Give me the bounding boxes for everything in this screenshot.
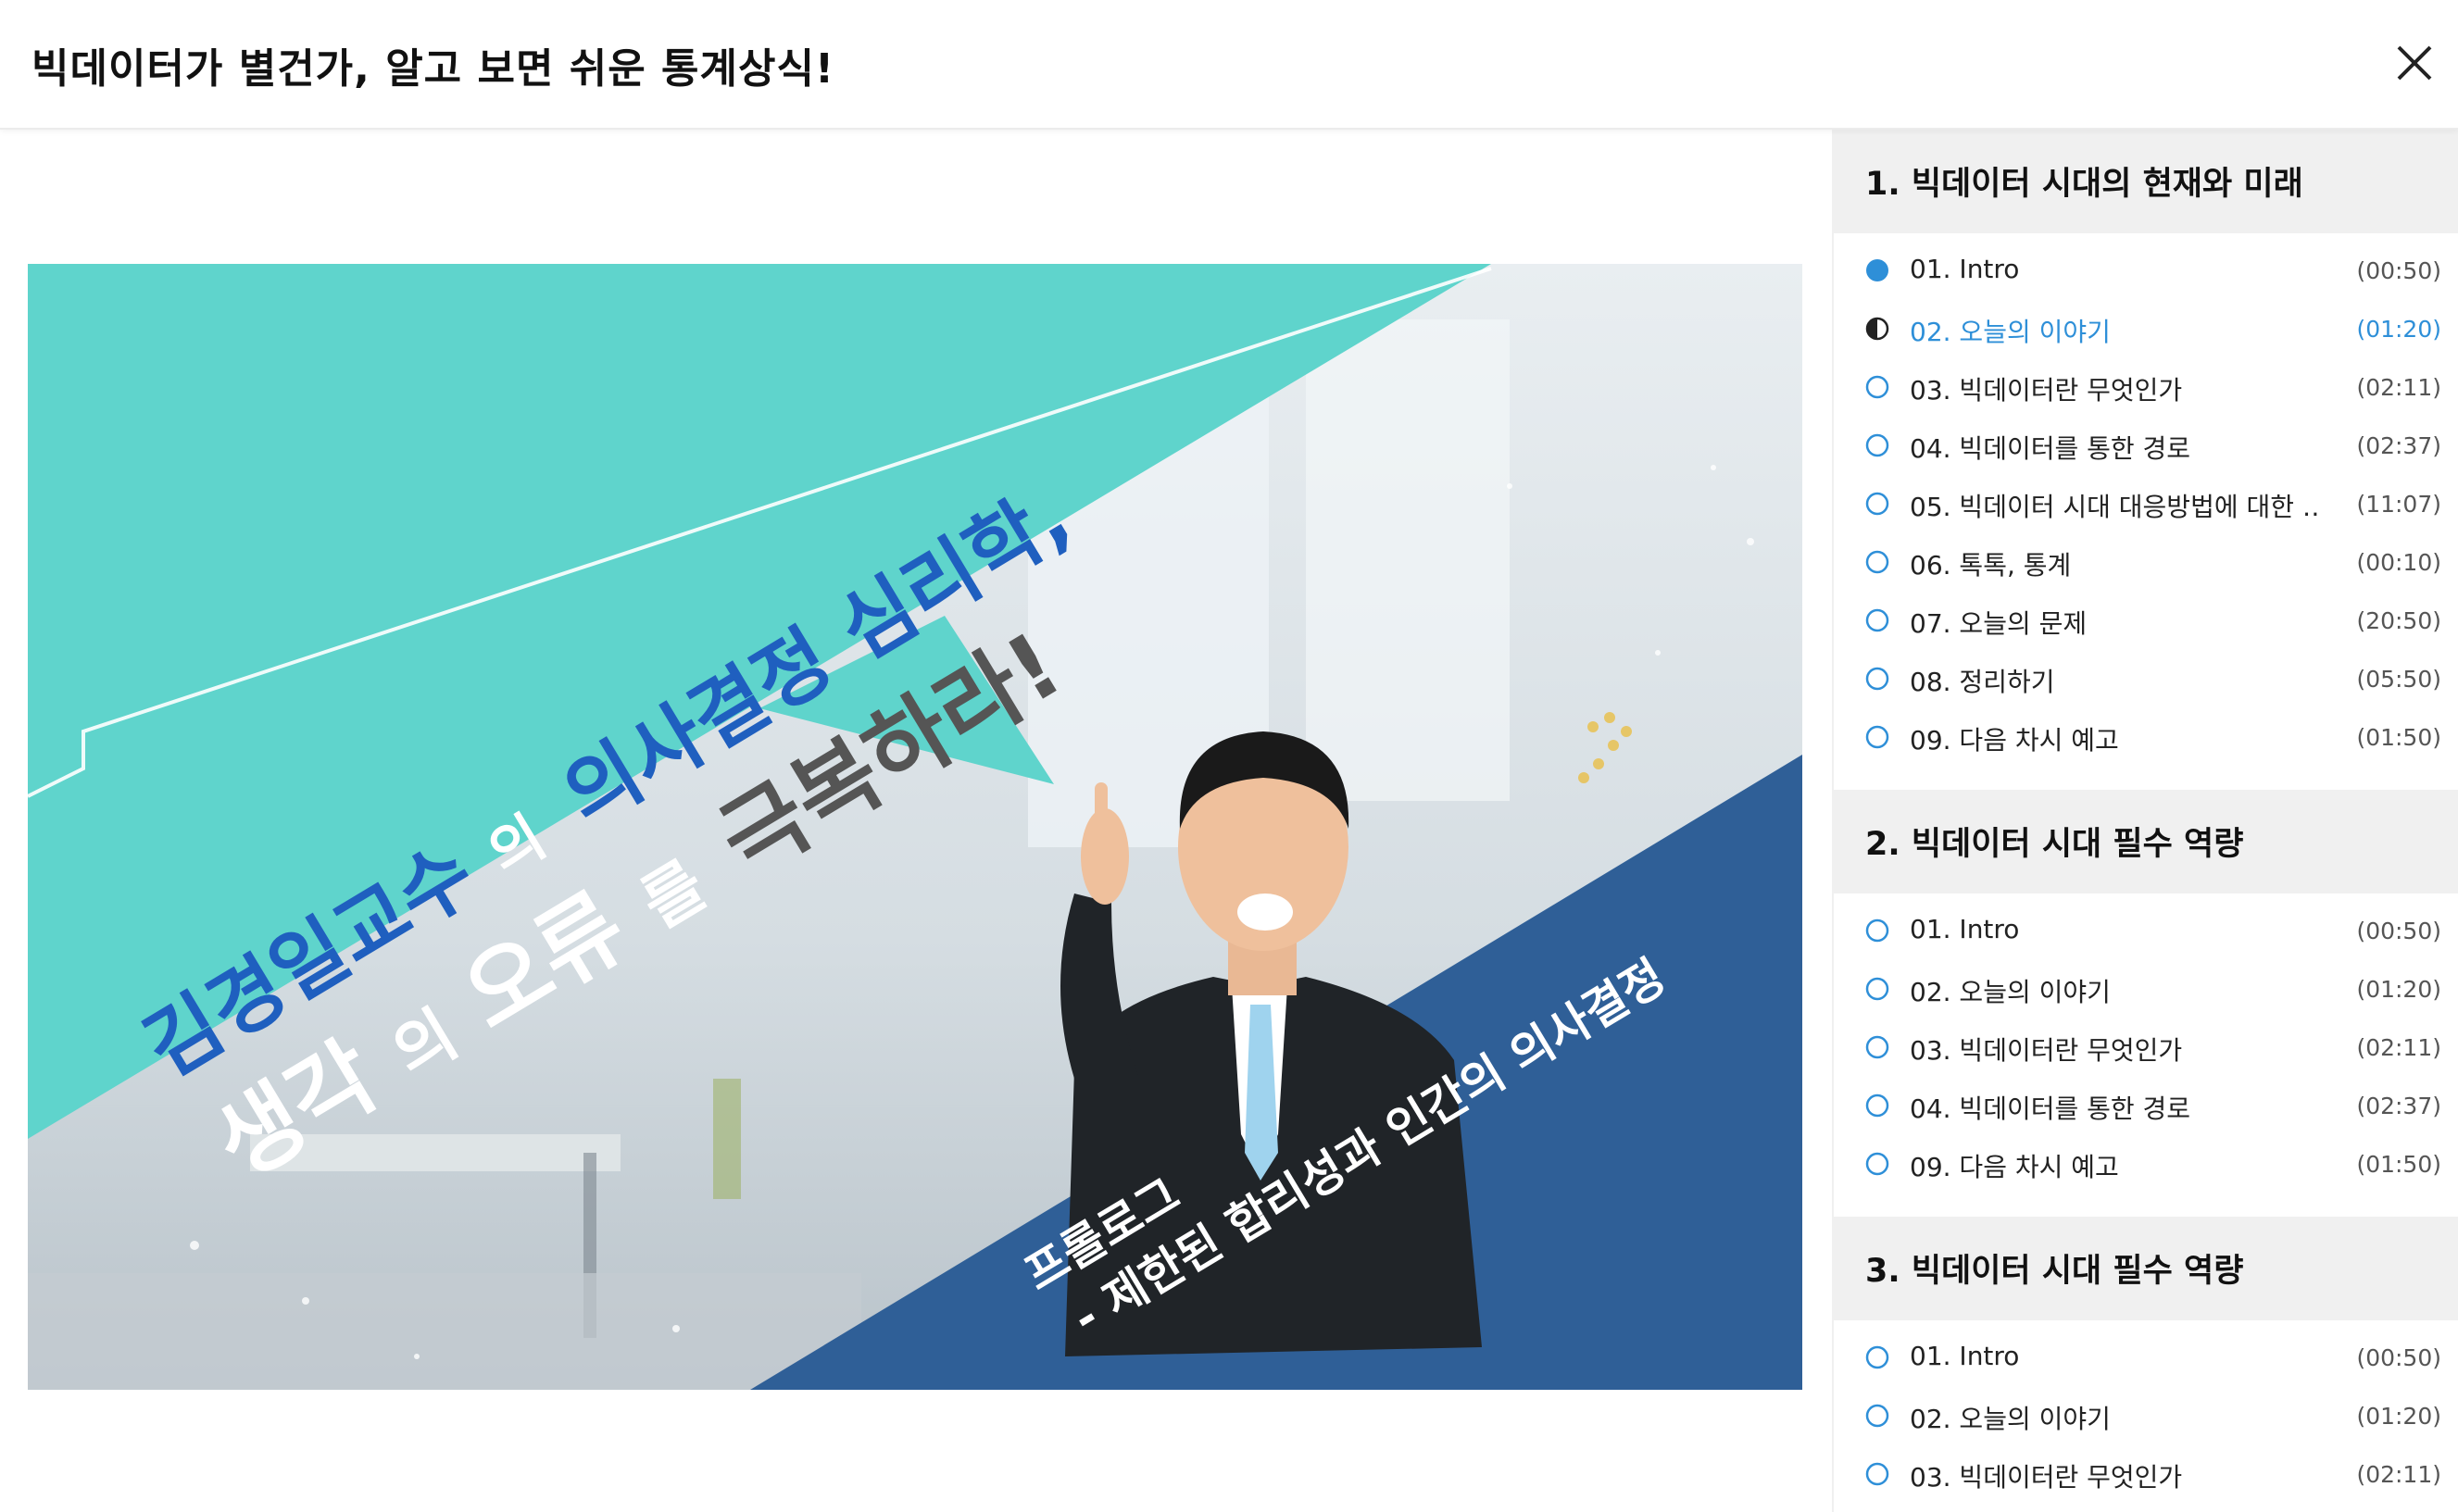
- lesson-duration: (01:50): [2356, 1151, 2441, 1178]
- modal-header: 빅데이터가 별건가, 알고 보면 쉬운 통계상식!: [0, 0, 2458, 130]
- empty-circle-icon: [1865, 1404, 1889, 1428]
- lesson-item[interactable]: 06. 톡톡, 통계 (00:10): [1834, 536, 2458, 594]
- lesson-list: 01. Intro (00:50) 02. 오늘의 이야기 (01:20) 03. 빅데…: [1834, 893, 2458, 1217]
- empty-circle-icon: [1865, 1093, 1889, 1118]
- lesson-duration: (00:50): [2356, 918, 2441, 944]
- empty-circle-icon: [1865, 918, 1889, 943]
- empty-circle-icon: [1865, 550, 1889, 574]
- lesson-duration: (01:50): [2356, 724, 2441, 751]
- lesson-title: 02. 오늘의 이야기: [1910, 317, 2111, 347]
- lesson-item[interactable]: 03. 빅데이터란 무엇인가 (02:11): [1834, 1021, 2458, 1080]
- lesson-title: 03. 빅데이터란 무엇인가: [1910, 1035, 2183, 1066]
- empty-circle-icon: [1865, 608, 1889, 632]
- lesson-item[interactable]: 07. 오늘의 문제 (20:50): [1834, 594, 2458, 653]
- curriculum-sidebar[interactable]: 1. 빅데이터 시대의 현재와 미래 01. Intro (00:50) 02. 오늘…: [1832, 130, 2458, 1512]
- lesson-title: 03. 빅데이터란 무엇인가: [1910, 375, 2183, 406]
- lesson-item[interactable]: 09. 다음 차시 예고 (01:50): [1834, 711, 2458, 769]
- lesson-duration: (02:11): [2356, 1034, 2441, 1061]
- lesson-duration: (00:50): [2356, 257, 2441, 284]
- lesson-item[interactable]: 03. 빅데이터란 무엇인가 (02:11): [1834, 1448, 2458, 1506]
- section-header[interactable]: 2. 빅데이터 시대 필수 역량: [1832, 790, 2458, 893]
- lesson-item[interactable]: 03. 빅데이터란 무엇인가 (02:11): [1834, 361, 2458, 419]
- lesson-list: 01. Intro (00:50) 02. 오늘의 이야기 (01:20) 03. 빅데…: [1834, 1320, 2458, 1512]
- lesson-item[interactable]: 02. 오늘의 이야기 (01:20): [1834, 963, 2458, 1021]
- lesson-item[interactable]: 05. 빅데이터 시대 대응방법에 대한 … (11:07): [1834, 478, 2458, 536]
- lesson-duration: (02:11): [2356, 374, 2441, 401]
- lesson-duration: (02:11): [2356, 1461, 2441, 1488]
- lesson-title: 09. 다음 차시 예고: [1910, 1152, 2119, 1182]
- lesson-item[interactable]: 02. 오늘의 이야기 (01:20): [1834, 1390, 2458, 1448]
- lesson-title: 01. Intro: [1910, 254, 2020, 284]
- empty-circle-icon: [1865, 1462, 1889, 1486]
- in-progress-half-circle-icon: [1865, 317, 1889, 341]
- lesson-title: 01. Intro: [1910, 1341, 2020, 1371]
- empty-circle-icon: [1865, 977, 1889, 1001]
- lesson-title: 06. 톡톡, 통계: [1910, 550, 2072, 581]
- lesson-title: 05. 빅데이터 시대 대응방법에 대한 …: [1910, 492, 2317, 522]
- lesson-duration: (20:50): [2356, 607, 2441, 634]
- lesson-duration: (02:37): [2356, 1093, 2441, 1119]
- lesson-duration: (02:37): [2356, 432, 2441, 459]
- close-icon[interactable]: [2394, 43, 2435, 83]
- lesson-list: 01. Intro (00:50) 02. 오늘의 이야기 (01:20) 03. 빅데…: [1834, 233, 2458, 790]
- empty-circle-icon: [1865, 725, 1889, 749]
- lesson-title: 04. 빅데이터를 통한 경로: [1910, 433, 2191, 464]
- lesson-title: 07. 오늘의 문제: [1910, 608, 2088, 639]
- lesson-item[interactable]: 08. 정리하기 (05:50): [1834, 653, 2458, 711]
- lesson-title: 02. 오늘의 이야기: [1910, 1404, 2111, 1434]
- video-player[interactable]: 김경일교수 의 의사결정 심리학, 생각 의 오류 를 극복하라! 프롤로그 -…: [28, 264, 1802, 1390]
- lesson-item[interactable]: 01. Intro (00:50): [1834, 244, 2458, 303]
- lesson-duration: (01:20): [2356, 1403, 2441, 1430]
- empty-circle-icon: [1865, 1345, 1889, 1369]
- lesson-title: 03. 빅데이터란 무엇인가: [1910, 1462, 2183, 1493]
- section-title: 2. 빅데이터 시대 필수 역량: [1865, 826, 2244, 863]
- lesson-title: 09. 다음 차시 예고: [1910, 725, 2119, 756]
- section-title: 3. 빅데이터 시대 필수 역량: [1865, 1253, 2244, 1290]
- empty-circle-icon: [1865, 1035, 1889, 1059]
- lesson-item[interactable]: 01. Intro (00:50): [1834, 905, 2458, 963]
- empty-circle-icon: [1865, 375, 1889, 399]
- lesson-title: 08. 정리하기: [1910, 667, 2055, 697]
- lesson-duration: (00:50): [2356, 1344, 2441, 1371]
- page-title: 빅데이터가 별건가, 알고 보면 쉬운 통계상식!: [31, 45, 835, 93]
- section-header[interactable]: 1. 빅데이터 시대의 현재와 미래: [1832, 130, 2458, 233]
- lesson-item[interactable]: 01. Intro (00:50): [1834, 1331, 2458, 1390]
- lesson-item[interactable]: 04. 빅데이터를 통한 경로 (02:37): [1834, 1080, 2458, 1138]
- empty-circle-icon: [1865, 433, 1889, 457]
- lesson-item[interactable]: 04. 빅데이터를 통한 경로 (02:37): [1834, 419, 2458, 478]
- lesson-title: 04. 빅데이터를 통한 경로: [1910, 1093, 2191, 1124]
- lesson-duration: (05:50): [2356, 666, 2441, 693]
- lesson-duration: (00:10): [2356, 549, 2441, 576]
- completed-circle-icon: [1866, 259, 1888, 281]
- empty-circle-icon: [1865, 492, 1889, 516]
- lesson-duration: (01:20): [2356, 976, 2441, 1003]
- empty-circle-icon: [1865, 667, 1889, 691]
- lesson-title: 02. 오늘의 이야기: [1910, 977, 2111, 1007]
- empty-circle-icon: [1865, 1152, 1889, 1176]
- lesson-item[interactable]: 02. 오늘의 이야기 (01:20): [1834, 303, 2458, 361]
- lesson-item[interactable]: 09. 다음 차시 예고 (01:50): [1834, 1138, 2458, 1196]
- section-title: 1. 빅데이터 시대의 현재와 미래: [1865, 166, 2303, 203]
- lesson-duration: (11:07): [2356, 491, 2441, 518]
- lesson-title: 01. Intro: [1910, 914, 2020, 944]
- lesson-duration: (01:20): [2356, 316, 2441, 343]
- section-header[interactable]: 3. 빅데이터 시대 필수 역량: [1832, 1217, 2458, 1320]
